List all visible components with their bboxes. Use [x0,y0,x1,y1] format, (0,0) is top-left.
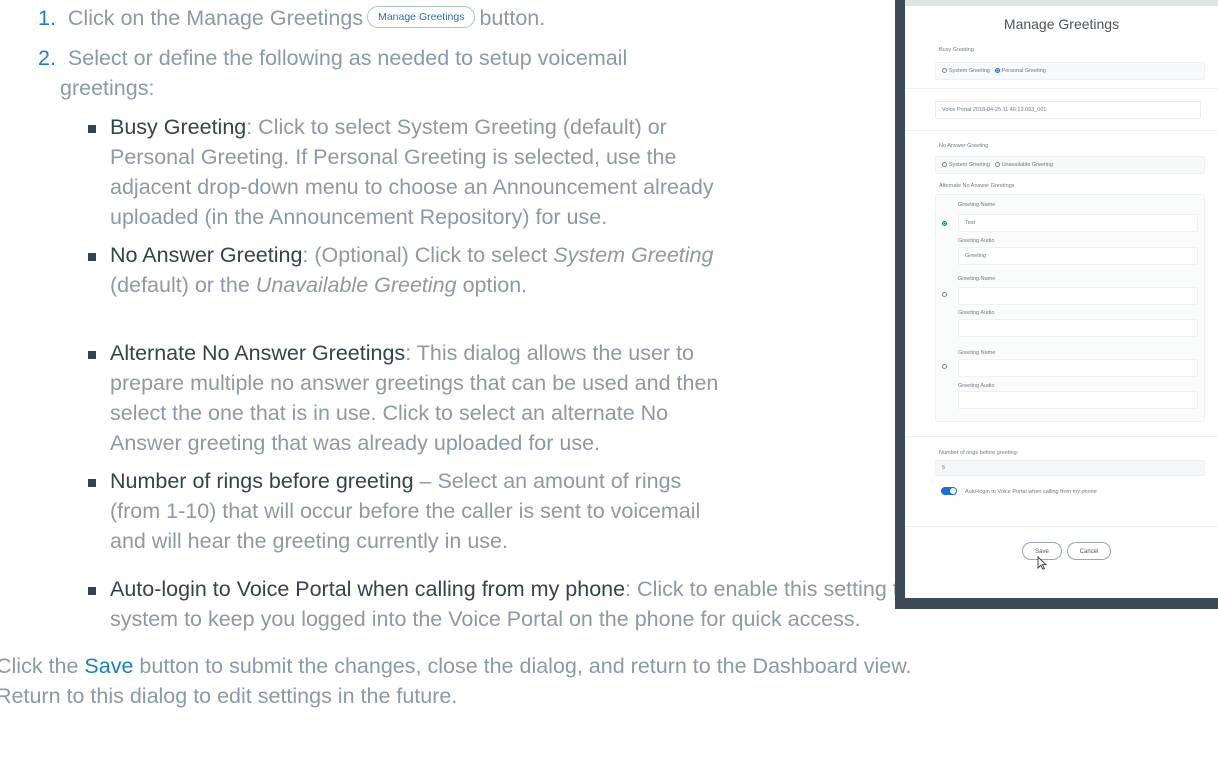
rings-line-1: Number of rings before greeting – Select… [110,466,681,496]
autologin-label: Auto-login to Voice Portal when calling … [965,489,1097,495]
no-answer-options: System Greeting Unavailable Greeting [935,156,1205,174]
alt-greeting-1-name-field[interactable]: Test [958,214,1198,232]
alt-greeting-2-audio-field[interactable] [958,319,1198,337]
alternate-line-4: Answer greeting that was already uploade… [110,431,601,455]
personal-greeting-label: Personal Greeting [1001,68,1046,74]
busy-greeting-options: System Greeting Personal Greeting [935,62,1205,80]
autologin-line-2: system to keep you logged into the Voice… [110,607,861,631]
personal-greeting-radio[interactable] [994,68,1000,74]
busy-greeting-line-1: Busy Greeting: Click to select System Gr… [110,112,667,142]
greeting-name-label: Greeting Name [958,202,996,208]
no-answer-term: No Answer Greeting [110,243,303,267]
busy-greeting-line-2: Personal Greeting. If Personal Greeting … [110,145,677,169]
no-answer-system-radio[interactable] [942,162,947,168]
footer-line-1: Click the Save button to submit the chan… [0,651,912,681]
greeting-name-label: Greeting Name [958,350,996,356]
alternate-line-3: select the one that is in use. Click to … [110,401,669,425]
step-2-line-1: Select or define the following as needed… [67,46,628,70]
system-greeting-label: System Greeting [949,68,990,74]
system-greeting-radio[interactable] [942,68,947,74]
save-link-text: Save [84,654,134,678]
no-answer-desc-1a: : (Optional) Click to select [302,243,554,267]
bullet-marker [88,125,96,133]
bullet-marker [88,587,96,595]
alternate-line-2: prepare multiple no answer greetings tha… [110,371,719,395]
bullet-marker [88,351,96,359]
busy-greeting-line-3: adjacent drop-down menu to choose an Ann… [110,175,714,199]
alt-greeting-1-audio-field[interactable]: Greeting [958,247,1198,265]
alternate-desc-1: : This dialog allows the user to [405,341,694,365]
divider [905,436,1218,437]
document: 1. Click on the Manage Greetings Manage G… [0,0,1218,778]
busy-greeting-term: Busy Greeting [110,115,247,139]
unavailable-greeting-label: Unavailable Greeting [1001,162,1053,168]
no-answer-greeting-label: No Answer Greeting [939,143,989,149]
step-2: 2. Select or define the following as nee… [38,43,627,73]
autologin-toggle[interactable] [941,487,957,495]
no-answer-desc-2b: Unavailable Greeting [255,273,457,297]
step-1-number: 1. [38,6,56,30]
alt-greeting-3-radio[interactable] [942,364,947,369]
greeting-audio-label: Greeting Audio [958,238,995,244]
rings-select[interactable]: 5 [935,460,1205,476]
greeting-audio-label: Greeting Audio [958,383,995,389]
alt-greeting-2-radio[interactable] [942,292,947,297]
bullet-marker [88,253,96,261]
no-answer-line-1: No Answer Greeting: (Optional) Click to … [110,240,713,270]
footer-text-1a: Click the [0,654,85,678]
no-answer-line-2: (default) or the Unavailable Greeting op… [110,270,527,300]
alt-greeting-2-name-field[interactable] [958,287,1198,305]
footer-line-2: Return to this dialog to edit settings i… [0,684,458,708]
step-1-text: Click on the Manage Greetings [67,6,364,30]
alt-greeting-1-radio[interactable] [942,221,947,226]
no-answer-desc-2a: (default) or the [110,273,256,297]
step-1-text-after: button. [479,6,546,30]
dialog-top-bar [905,0,1218,6]
step-2-number: 2. [38,46,56,70]
greeting-audio-label: Greeting Audio [958,310,995,316]
step-2-line-2: greetings: [60,76,155,100]
alternate-term: Alternate No Answer Greetings [110,341,406,365]
rings-desc-1: – Select an amount of rings [413,469,682,493]
rings-label: Number of rings before greeting: [939,450,1019,456]
alt-greeting-3-audio-field[interactable] [958,391,1198,409]
mouse-pointer-icon [1037,556,1047,570]
dialog-title: Manage Greetings [1003,16,1120,32]
manage-greetings-button-image: Manage Greetings [367,6,476,29]
unavailable-greeting-radio[interactable] [994,162,1000,168]
busy-greeting-label: Busy Greeting [939,47,974,53]
autologin-term: Auto-login to Voice Portal when calling … [110,577,626,601]
divider [905,88,1218,89]
manage-greetings-dialog: Manage Greetings Busy Greeting System Gr… [905,0,1218,598]
no-answer-desc-1b: System Greeting [553,243,714,267]
rings-line-3: and will hear the greeting currently in … [110,529,508,553]
divider [905,130,1218,131]
bullet-marker [88,479,96,487]
cancel-button[interactable]: Cancel [1067,542,1111,560]
busy-greeting-desc-1: : Click to select System Greeting (defau… [246,115,667,139]
autologin-line-1: Auto-login to Voice Portal when calling … [110,574,1002,604]
busy-greeting-line-4: uploaded (in the Announcement Repository… [110,205,608,229]
no-answer-system-label: System Greeting [949,162,990,168]
divider [905,526,1218,527]
busy-greeting-dropdown[interactable]: Voice Portal 2018-04-25 11:46:13.093_001 [935,101,1201,119]
footer-text-1c: button to submit the changes, close the … [133,654,912,678]
rings-line-2: (from 1-10) that will occur before the c… [110,499,701,523]
alternate-greetings-label: Alternate No Answer Greetings [939,183,1015,189]
rings-term: Number of rings before greeting [110,469,414,493]
alternate-line-1: Alternate No Answer Greetings: This dial… [110,338,694,368]
dialog-screenshot-frame: Manage Greetings Busy Greeting System Gr… [895,0,1218,609]
greeting-name-label: Greeting Name [958,276,996,282]
no-answer-desc-2c: option. [456,273,528,297]
alt-greeting-3-name-field[interactable] [958,359,1198,377]
step-1: 1. Click on the Manage Greetings Manage G… [38,3,545,33]
